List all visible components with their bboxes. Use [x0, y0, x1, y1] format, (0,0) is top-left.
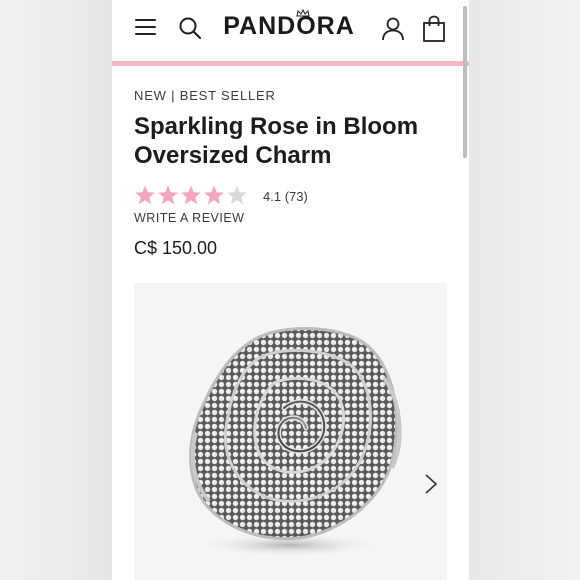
rating-stars[interactable] [134, 184, 249, 208]
star-icon-2 [158, 185, 178, 205]
shopping-bag-icon[interactable] [421, 15, 447, 43]
star-icon-1 [135, 185, 155, 205]
rating-value: 4.1 [263, 189, 282, 204]
product-badges: NEW | BEST SELLER [134, 88, 276, 103]
rating-summary: 4.1 (73) [263, 189, 308, 204]
review-count: (73) [284, 189, 308, 204]
page-scrollbar[interactable] [463, 6, 467, 158]
menu-icon[interactable] [135, 19, 156, 35]
product-price: C$ 150.00 [134, 238, 218, 258]
star-icon-3 [181, 185, 201, 205]
star-icon-4 [204, 185, 224, 205]
product-title: Sparkling Rose in Bloom Oversized Charm [134, 113, 419, 169]
product-image[interactable] [134, 283, 447, 580]
background-left [0, 0, 112, 580]
brand-name: PANDORA [223, 12, 355, 40]
rose-charm-image [189, 327, 402, 557]
star-icon-5 [227, 185, 247, 205]
chevron-right-icon[interactable] [423, 473, 439, 495]
search-icon[interactable] [178, 16, 202, 40]
account-icon[interactable] [380, 15, 406, 41]
site-header: PANDORA [112, 0, 469, 66]
pandora-logo[interactable]: PANDORA [216, 9, 362, 43]
write-review-link[interactable]: WRITE A REVIEW [134, 211, 245, 225]
background-right [469, 0, 580, 580]
header-divider [112, 61, 469, 66]
